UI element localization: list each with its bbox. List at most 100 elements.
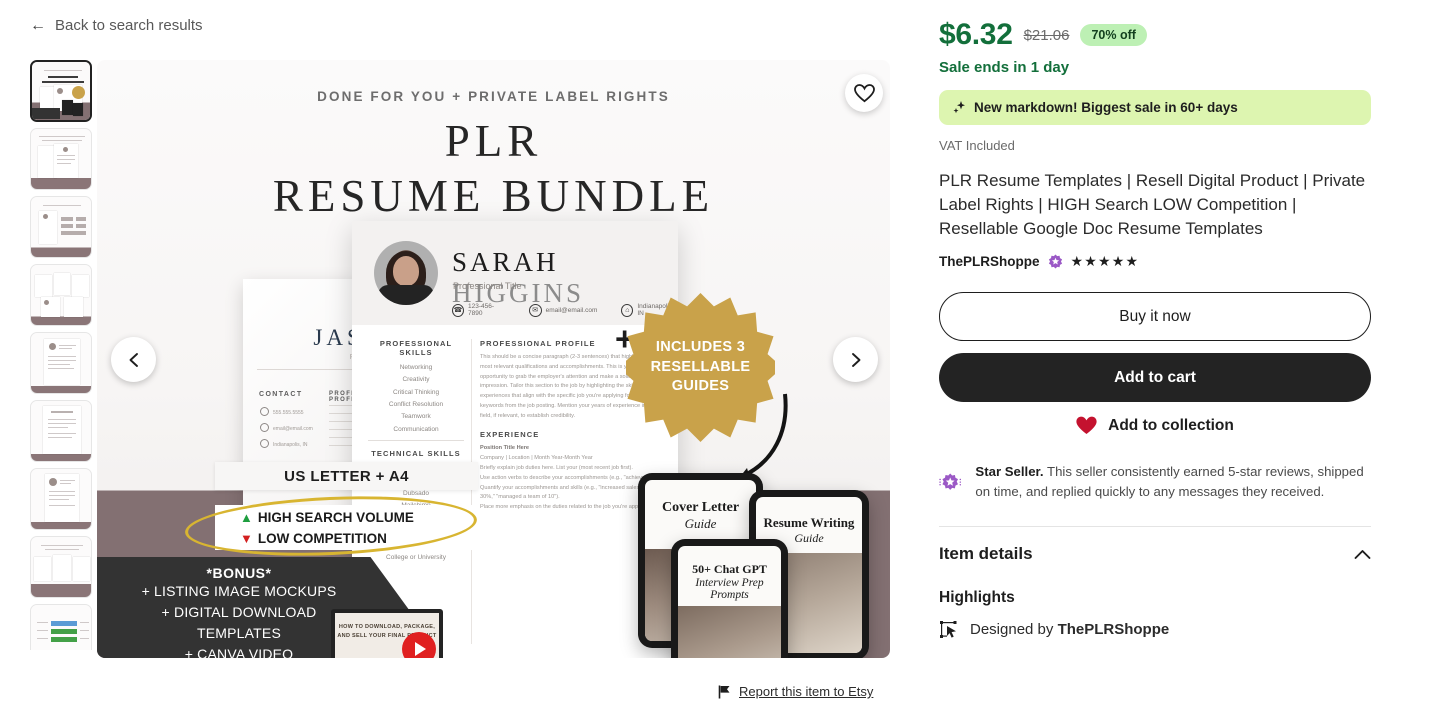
thumbnail-art (31, 469, 91, 529)
skill-item: Critical Thinking (392, 388, 440, 396)
contact-phone: ☎ 123-456-7890 (452, 303, 505, 317)
original-price: $21.06 (1023, 26, 1070, 44)
skill-item: Conflict Resolution (388, 401, 444, 409)
phone-icon: ☎ (452, 303, 464, 317)
item-details-heading: Item details (939, 544, 1033, 564)
product-page: ← Back to search results DONE FOR YOU + … (0, 0, 1450, 708)
chevron-up-icon (1354, 549, 1371, 559)
sarah-first-name: SARAH (452, 247, 559, 277)
experience-bullet: Quantify your accomplishments and skills… (480, 484, 647, 501)
star-seller-text: Star Seller. This seller consistently ea… (975, 462, 1371, 501)
markdown-text: New markdown! Biggest sale in 60+ days (974, 100, 1238, 115)
highlight-prefix: Designed by (970, 621, 1058, 639)
item-details-toggle[interactable]: Item details (939, 544, 1371, 564)
thumbnail-8[interactable] (30, 536, 92, 598)
carousel-next-button[interactable] (833, 337, 878, 382)
arrow-left-icon: ← (30, 16, 46, 34)
sarah-email: email@email.com (545, 306, 598, 314)
location-icon (260, 439, 269, 448)
thumbnail-5[interactable] (30, 332, 92, 394)
highlight-value: ThePLRShoppe (1057, 621, 1170, 639)
resume-mockup-sarah: SARAH HIGGINS Professional Title ☎ 123-4… (352, 221, 678, 658)
skill-item: Communication (393, 425, 439, 433)
thumbnail-7[interactable] (30, 468, 92, 530)
experience-heading: EXPERIENCE (480, 430, 540, 440)
thumbnail-strip[interactable] (30, 60, 92, 650)
guide-photo (678, 606, 781, 658)
tablet-screen: 50+ Chat GPT Interview Prep Prompts (678, 546, 781, 658)
skill-item: Teamwork (401, 413, 431, 421)
guide-title: Resume Writing (763, 515, 855, 530)
guide-subtitle: Guide (684, 516, 717, 531)
add-to-collection-label: Add to collection (1108, 416, 1234, 434)
sparkle-icon (953, 101, 965, 114)
heart-filled-icon (1076, 416, 1097, 435)
thumbnail-art (31, 537, 91, 597)
experience-bullet: Place more emphasis on the duties relate… (480, 504, 659, 511)
thumbnail-2[interactable] (30, 128, 92, 190)
seller-name[interactable]: ThePLRShoppe (939, 254, 1040, 269)
technical-heading: TECHNICAL SKILLS (371, 449, 461, 459)
guide-title: 50+ Chat GPT (692, 562, 767, 576)
star-seller-label: Star Seller. (975, 464, 1044, 480)
highlight-text: Designed by ThePLRShoppe (970, 621, 1169, 638)
skills-heading: PROFESSIONAL SKILLS (379, 339, 453, 357)
buy-it-now-button[interactable]: Buy it now (939, 292, 1371, 342)
jason-contact-3: Indianapolis, IN (273, 442, 308, 448)
jason-contact-1: 555.555.5555 (273, 410, 304, 416)
guide-title: Cover Letter (661, 500, 740, 515)
hero-title-line1: PLR (444, 116, 543, 166)
email-icon (260, 423, 269, 432)
rating-stars[interactable]: ★★★★★ (1071, 253, 1140, 270)
avatar-face (393, 256, 419, 287)
thumbnail-3[interactable] (30, 196, 92, 258)
add-to-cart-button[interactable]: Add to cart (939, 353, 1371, 403)
star-seller-badge-icon (1048, 254, 1062, 269)
markdown-banner: New markdown! Biggest sale in 60+ days (939, 90, 1371, 125)
bonus-item: + LISTING IMAGE MOCKUPS (141, 583, 337, 599)
experience-bullet: Use action verbs to describe your accomp… (480, 474, 654, 481)
badge-text: INCLUDES 3 RESELLABLE GUIDES (650, 339, 751, 395)
design-cursor-icon (940, 621, 957, 639)
add-to-collection-button[interactable]: Add to collection (939, 416, 1371, 435)
thumbnail-art (31, 129, 91, 189)
contact-email: ✉ email@email.com (528, 303, 598, 317)
purchase-panel: $6.32 $21.06 70% off Sale ends in 1 day … (939, 0, 1371, 639)
discount-badge: 70% off (1080, 24, 1147, 46)
thumbnail-4[interactable] (30, 264, 92, 326)
experience-meta: Company | Location | Month Year-Month Ye… (480, 455, 593, 462)
back-link-label: Back to search results (55, 17, 203, 34)
price-row: $6.32 $21.06 70% off (939, 18, 1371, 52)
back-to-search-results-link[interactable]: ← Back to search results (30, 17, 203, 34)
sarah-subtitle: Professional Title (453, 281, 522, 291)
phone-icon (260, 407, 269, 416)
current-price: $6.32 (939, 18, 1013, 51)
thumbnail-6[interactable] (30, 400, 92, 462)
us-letter-badge: US LETTER + A4 (215, 462, 478, 490)
divider (939, 526, 1371, 528)
seller-row[interactable]: ThePLRShoppe ★★★★★ (939, 253, 1371, 270)
favorite-button[interactable] (845, 74, 883, 112)
thumbnail-art (31, 401, 91, 461)
experience-bullet: Briefly explain job duties here. List yo… (480, 465, 633, 472)
thumbnail-1[interactable] (30, 60, 92, 122)
thumbnail-art (31, 265, 91, 325)
star-seller-badge-icon (939, 473, 962, 491)
thumbnail-9[interactable] (30, 604, 92, 650)
email-icon: ✉ (528, 303, 542, 317)
jason-contact-heading: CONTACT (259, 391, 303, 398)
flag-icon (718, 685, 730, 698)
guide-tablet-chatgpt-prompts: 50+ Chat GPT Interview Prep Prompts (671, 539, 788, 658)
report-item-link[interactable]: Report this item to Etsy (718, 684, 873, 699)
vat-text: VAT Included (939, 138, 1015, 153)
star-seller-block: Star Seller. This seller consistently ea… (939, 462, 1371, 502)
sale-ends-text: Sale ends in 1 day (939, 59, 1070, 76)
product-hero-image[interactable]: DONE FOR YOU + PRIVATE LABEL RIGHTS PLR … (97, 60, 890, 658)
thumbnail-art (31, 605, 91, 650)
skill-item: Creativity (402, 376, 430, 384)
divider (471, 339, 472, 644)
guide-subtitle: Interview Prep (695, 577, 764, 589)
play-button-icon[interactable] (402, 632, 436, 658)
sarah-phone: 123-456-7890 (467, 303, 494, 317)
carousel-prev-button[interactable] (111, 337, 156, 382)
